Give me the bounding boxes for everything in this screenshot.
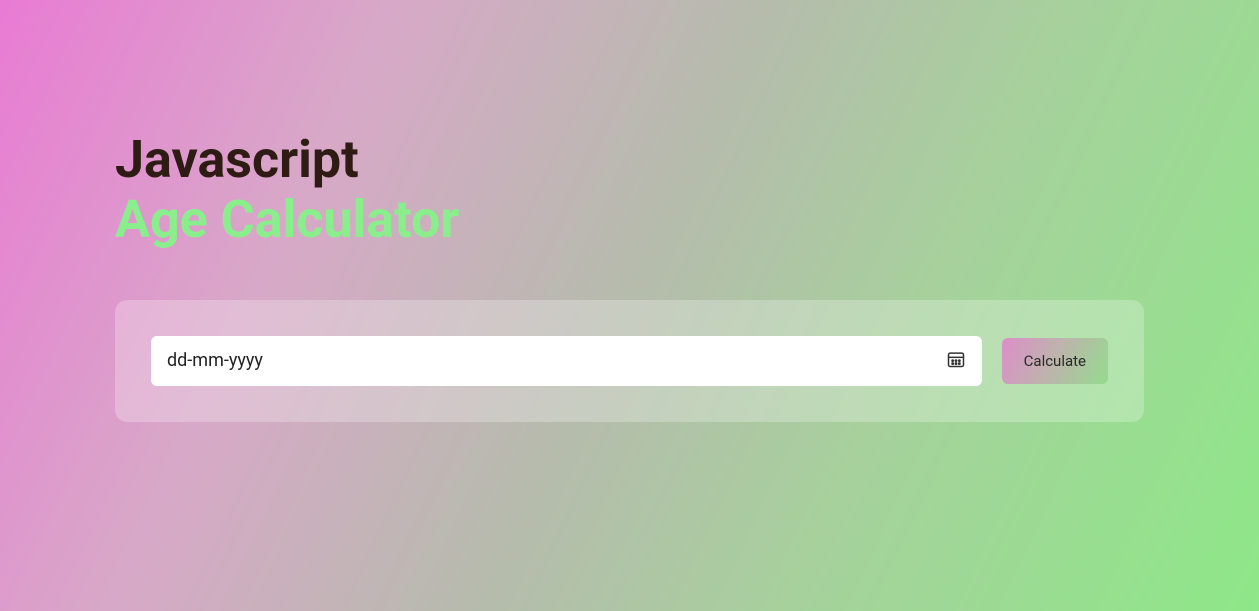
page-heading: Javascript Age Calculator [115, 130, 1144, 250]
date-input[interactable] [167, 350, 946, 371]
main-container: Javascript Age Calculator Calculate [0, 0, 1259, 422]
heading-line-1: Javascript [115, 130, 1144, 190]
heading-line-2: Age Calculator [115, 190, 1144, 250]
calendar-icon[interactable] [946, 349, 966, 373]
calculate-button[interactable]: Calculate [1002, 338, 1108, 384]
calculator-card: Calculate [115, 300, 1144, 422]
date-input-wrapper[interactable] [151, 336, 982, 386]
